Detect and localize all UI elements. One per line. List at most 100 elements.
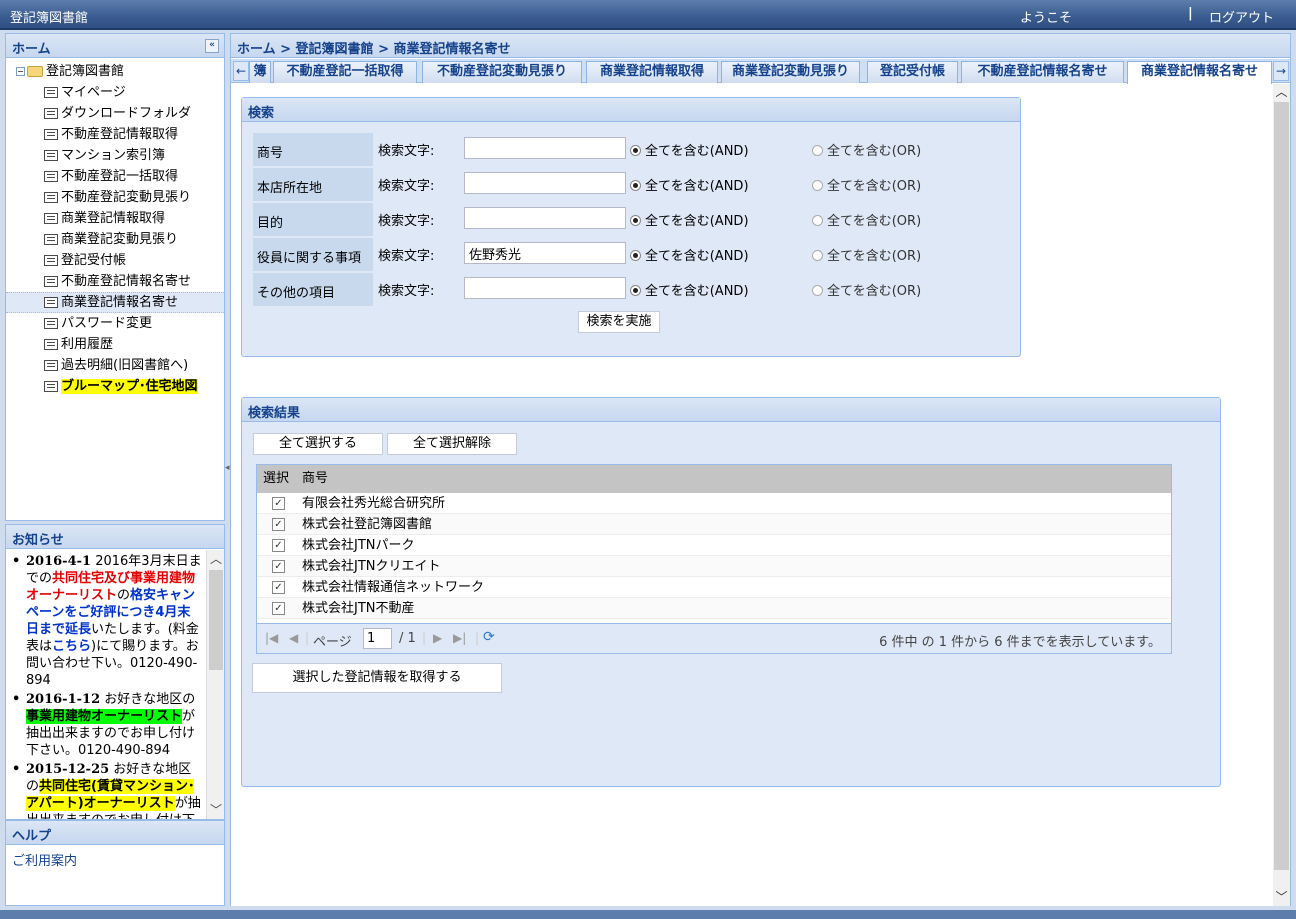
collapse-icon[interactable]: « — [205, 39, 219, 53]
scroll-down-icon[interactable]: ﹀ — [1273, 889, 1290, 906]
logout-link[interactable]: ログアウト — [1209, 7, 1274, 26]
last-page-icon[interactable]: ▶| — [453, 631, 466, 645]
nav-item[interactable]: マイページ — [6, 82, 224, 103]
prev-page-icon[interactable]: ◀ — [289, 631, 298, 645]
and-radio[interactable]: 全てを含む(AND) — [630, 140, 749, 159]
tab[interactable]: 商業登記情報名寄せ — [1127, 61, 1272, 84]
row-checkbox[interactable]: ✓ — [272, 581, 285, 594]
splitter-arrow-icon[interactable]: ◂ — [225, 463, 230, 473]
tab-scroll-left-icon[interactable]: ← — [233, 61, 249, 81]
radio-selected-icon[interactable] — [630, 145, 641, 156]
tab[interactable]: 商業登記情報取得 — [586, 61, 718, 83]
row-checkbox[interactable]: ✓ — [272, 518, 285, 531]
radio-selected-icon[interactable] — [630, 180, 641, 191]
scroll-up-icon[interactable]: ︿ — [1273, 84, 1290, 101]
radio-unselected-icon[interactable] — [812, 250, 823, 261]
scroll-up-icon[interactable]: ︿ — [207, 550, 225, 568]
radio-unselected-icon[interactable] — [812, 215, 823, 226]
scroll-thumb[interactable] — [1274, 102, 1289, 870]
table-row[interactable]: ✓ 株式会社JTNクリエイト — [257, 556, 1171, 577]
row-checkbox[interactable]: ✓ — [272, 602, 285, 615]
or-radio[interactable]: 全てを含む(OR) — [812, 175, 921, 194]
nav-item[interactable]: 不動産登記一括取得 — [6, 166, 224, 187]
search-input[interactable] — [464, 242, 626, 264]
radio-unselected-icon[interactable] — [812, 145, 823, 156]
nav-item[interactable]: パスワード変更 — [6, 313, 224, 334]
search-input[interactable] — [464, 277, 626, 299]
tab[interactable]: 登記受付帳 — [867, 61, 958, 83]
table-row[interactable]: ✓ 株式会社登記簿図書館 — [257, 514, 1171, 535]
and-radio[interactable]: 全てを含む(AND) — [630, 175, 749, 194]
or-radio-label: 全てを含む(OR) — [827, 249, 922, 264]
collapse-tree-icon[interactable]: − — [16, 67, 25, 76]
nav-item[interactable]: ダウンロードフォルダ — [6, 103, 224, 124]
or-radio[interactable]: 全てを含む(OR) — [812, 140, 921, 159]
nav-item[interactable]: 商業登記変動見張り — [6, 229, 224, 250]
news-link[interactable]: こちら — [52, 639, 91, 654]
tab[interactable]: 簿 — [249, 61, 271, 83]
row-checkbox[interactable]: ✓ — [272, 539, 285, 552]
scroll-down-icon[interactable]: ﹀ — [207, 801, 225, 819]
page-icon — [44, 381, 58, 392]
deselect-all-button[interactable]: 全て選択解除 — [387, 433, 517, 455]
news-date: 2016-4-1 — [26, 554, 92, 569]
nav-item[interactable]: 商業登記情報取得 — [6, 208, 224, 229]
radio-selected-icon[interactable] — [630, 250, 641, 261]
tab-scroll-right-icon[interactable]: → — [1273, 61, 1289, 81]
company-name: 株式会社JTNパーク — [302, 538, 415, 553]
table-row[interactable]: ✓ 株式会社JTNパーク — [257, 535, 1171, 556]
or-radio[interactable]: 全てを含む(OR) — [812, 245, 921, 264]
search-input[interactable] — [464, 137, 626, 159]
help-link[interactable]: ご利用案内 — [6, 845, 224, 874]
tab[interactable]: 不動産登記変動見張り — [422, 61, 582, 83]
search-button[interactable]: 検索を実施 — [578, 311, 660, 333]
news-title: お知らせ — [6, 525, 224, 549]
main-scrollbar[interactable]: ︿ ﹀ — [1273, 84, 1290, 906]
page-icon — [44, 108, 58, 119]
table-row[interactable]: ✓ 有限会社秀光総合研究所 — [257, 493, 1171, 514]
select-all-button[interactable]: 全て選択する — [253, 433, 383, 455]
get-selected-button[interactable]: 選択した登記情報を取得する — [252, 663, 502, 693]
nav-item[interactable]: 商業登記情報名寄せ — [6, 292, 224, 313]
tab[interactable]: 商業登記変動見張り — [721, 61, 860, 83]
column-header-select[interactable]: 選択 — [263, 465, 289, 493]
tree-root[interactable]: − 登記簿図書館 — [6, 61, 224, 82]
or-radio[interactable]: 全てを含む(OR) — [812, 210, 921, 229]
nav-item[interactable]: 不動産登記情報取得 — [6, 124, 224, 145]
table-row[interactable]: ✓ 株式会社情報通信ネットワーク — [257, 577, 1171, 598]
and-radio[interactable]: 全てを含む(AND) — [630, 280, 749, 299]
nav-item[interactable]: 登記受付帳 — [6, 250, 224, 271]
page-input[interactable] — [363, 628, 392, 649]
nav-item[interactable]: ブルーマップ･住宅地図 — [6, 376, 224, 397]
radio-unselected-icon[interactable] — [812, 180, 823, 191]
row-checkbox[interactable]: ✓ — [272, 560, 285, 573]
row-checkbox[interactable]: ✓ — [272, 497, 285, 510]
scroll-thumb[interactable] — [209, 570, 223, 670]
nav-item[interactable]: 過去明細(旧図書館へ) — [6, 355, 224, 376]
search-input[interactable] — [464, 172, 626, 194]
breadcrumb: ホーム > 登記簿図書館 > 商業登記情報名寄せ — [231, 34, 1290, 58]
next-page-icon[interactable]: ▶ — [433, 631, 442, 645]
news-scrollbar[interactable]: ︿ ﹀ — [206, 550, 224, 819]
nav-item[interactable]: 利用履歴 — [6, 334, 224, 355]
company-name: 株式会社登記簿図書館 — [302, 517, 433, 532]
radio-unselected-icon[interactable] — [812, 285, 823, 296]
nav-item[interactable]: マンション索引簿 — [6, 145, 224, 166]
first-page-icon[interactable]: |◀ — [265, 631, 278, 645]
radio-selected-icon[interactable] — [630, 215, 641, 226]
column-header-name[interactable]: 商号 — [302, 465, 328, 493]
news-date: 2015-12-25 — [26, 762, 110, 777]
nav-item[interactable]: 不動産登記変動見張り — [6, 187, 224, 208]
radio-selected-icon[interactable] — [630, 285, 641, 296]
and-radio[interactable]: 全てを含む(AND) — [630, 245, 749, 264]
refresh-icon[interactable]: ⟳ — [483, 629, 495, 645]
tree-items: マイページ ダウンロードフォルダ 不動産登記情報取得 マンション索引簿 不動産登記一括取… — [6, 82, 224, 397]
search-field-label: 目的 — [253, 203, 373, 236]
or-radio[interactable]: 全てを含む(OR) — [812, 280, 921, 299]
tab[interactable]: 不動産登記情報名寄せ — [961, 61, 1124, 83]
nav-item[interactable]: 不動産登記情報名寄せ — [6, 271, 224, 292]
search-input[interactable] — [464, 207, 626, 229]
and-radio[interactable]: 全てを含む(AND) — [630, 210, 749, 229]
tab[interactable]: 不動産登記一括取得 — [273, 61, 417, 83]
table-row[interactable]: ✓ 株式会社JTN不動産 — [257, 598, 1171, 619]
